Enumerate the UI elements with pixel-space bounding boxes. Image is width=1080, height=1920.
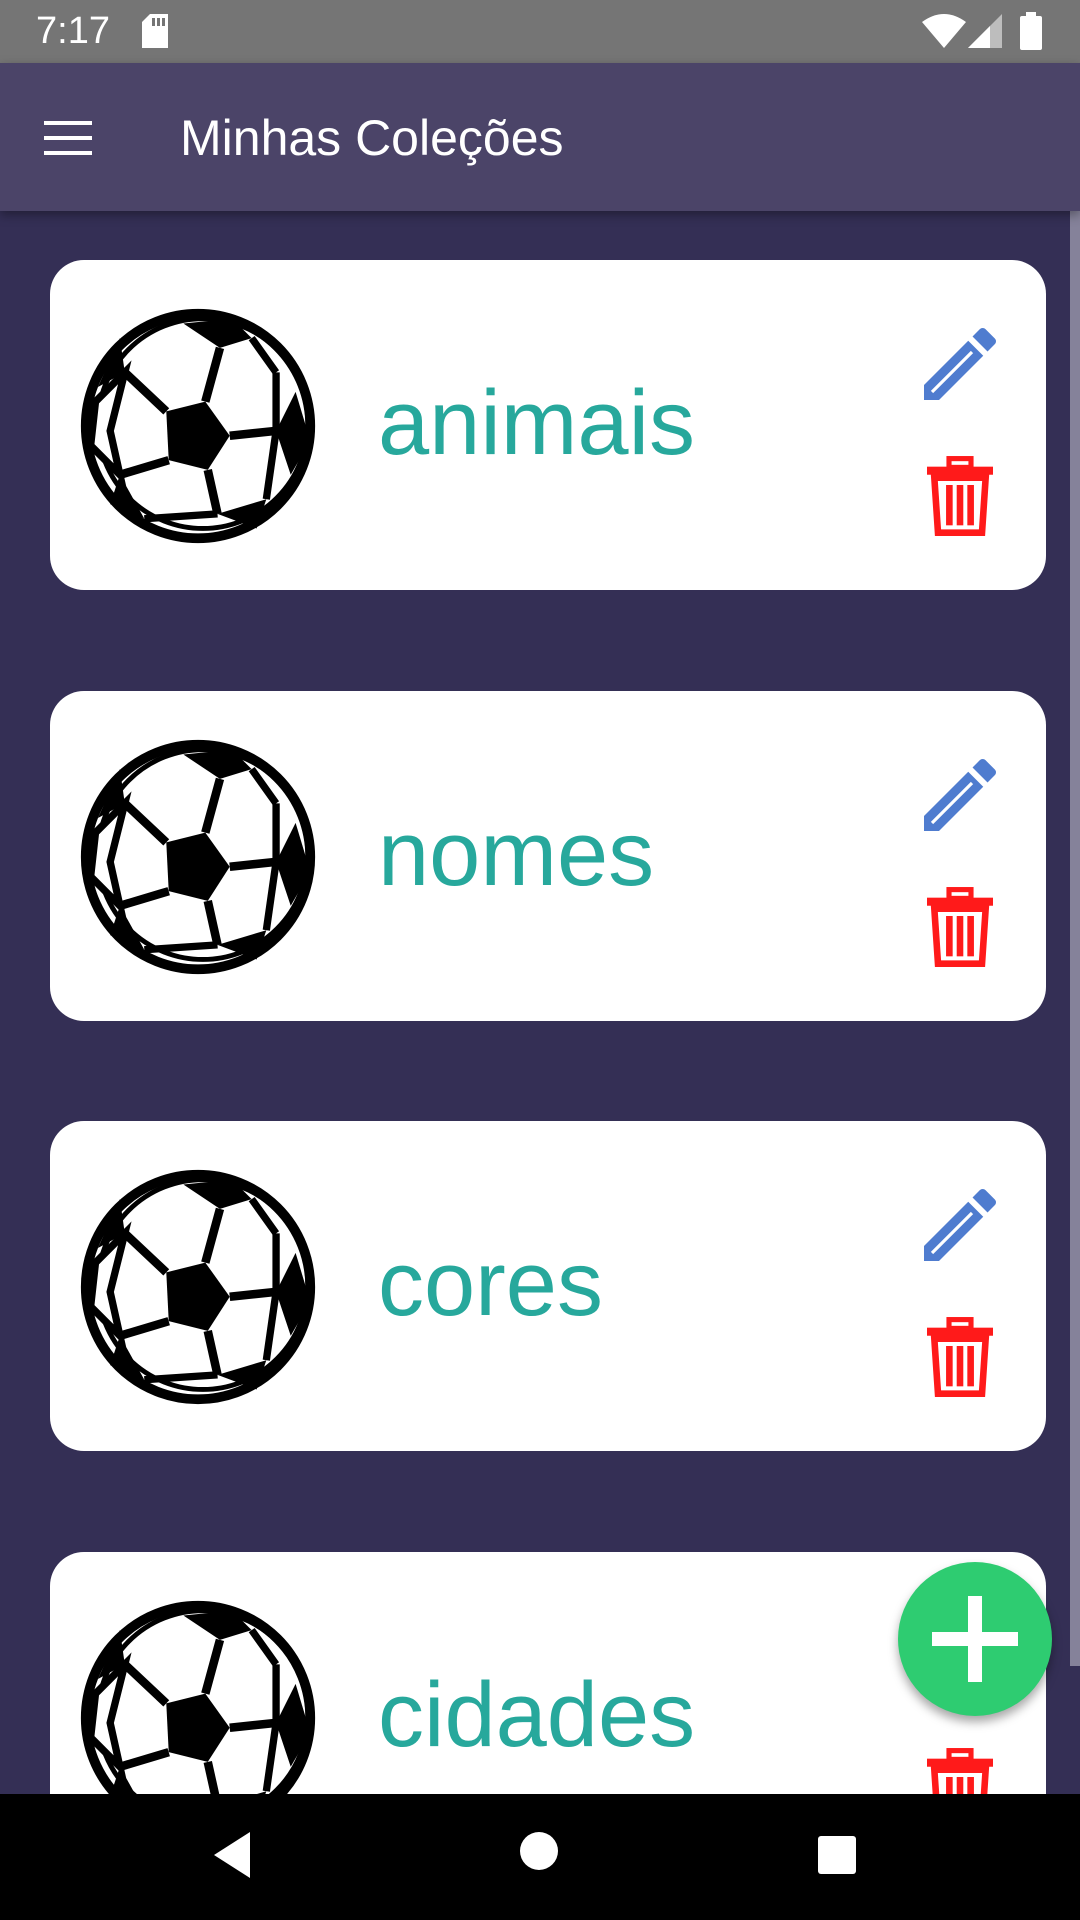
collection-name: animais: [378, 372, 696, 474]
signal-icon: [968, 14, 1004, 53]
collection-card[interactable]: cidades: [50, 1552, 1046, 1794]
edit-button[interactable]: [912, 1177, 1008, 1273]
status-bar: 7:17: [0, 0, 1080, 63]
collection-name: nomes: [378, 803, 655, 905]
soccer-ball-icon: [76, 1596, 320, 1794]
delete-button[interactable]: [916, 883, 1004, 971]
soccer-ball-icon: [76, 1165, 320, 1409]
delete-button[interactable]: [916, 1744, 1004, 1794]
delete-button[interactable]: [916, 452, 1004, 540]
soccer-ball-icon: [76, 735, 320, 979]
collection-list[interactable]: animais nomes cores cidades: [0, 211, 1080, 1794]
recents-icon[interactable]: [816, 1834, 858, 1876]
app-bar: Minhas Coleções: [0, 63, 1080, 211]
status-time: 7:17: [36, 10, 110, 52]
collection-card[interactable]: cores: [50, 1121, 1046, 1451]
home-icon[interactable]: [518, 1830, 560, 1872]
back-icon[interactable]: [210, 1830, 254, 1880]
plus-icon: [932, 1596, 1018, 1682]
collection-name: cidades: [378, 1664, 696, 1766]
soccer-ball-icon: [76, 304, 320, 548]
sd-card-icon: [142, 14, 170, 53]
edit-button[interactable]: [912, 316, 1008, 412]
wifi-icon: [922, 14, 966, 53]
menu-button[interactable]: [28, 103, 108, 173]
edit-button[interactable]: [912, 747, 1008, 843]
hamburger-menu-icon: [44, 121, 92, 155]
add-collection-button[interactable]: [898, 1562, 1052, 1716]
battery-icon: [1020, 12, 1042, 55]
delete-button[interactable]: [916, 1313, 1004, 1401]
collection-card[interactable]: animais: [50, 260, 1046, 590]
scrollbar[interactable]: [1070, 211, 1080, 1666]
collection-name: cores: [378, 1233, 603, 1335]
page-title: Minhas Coleções: [180, 110, 564, 166]
navigation-bar: [0, 1794, 1080, 1920]
collection-card[interactable]: nomes: [50, 691, 1046, 1021]
